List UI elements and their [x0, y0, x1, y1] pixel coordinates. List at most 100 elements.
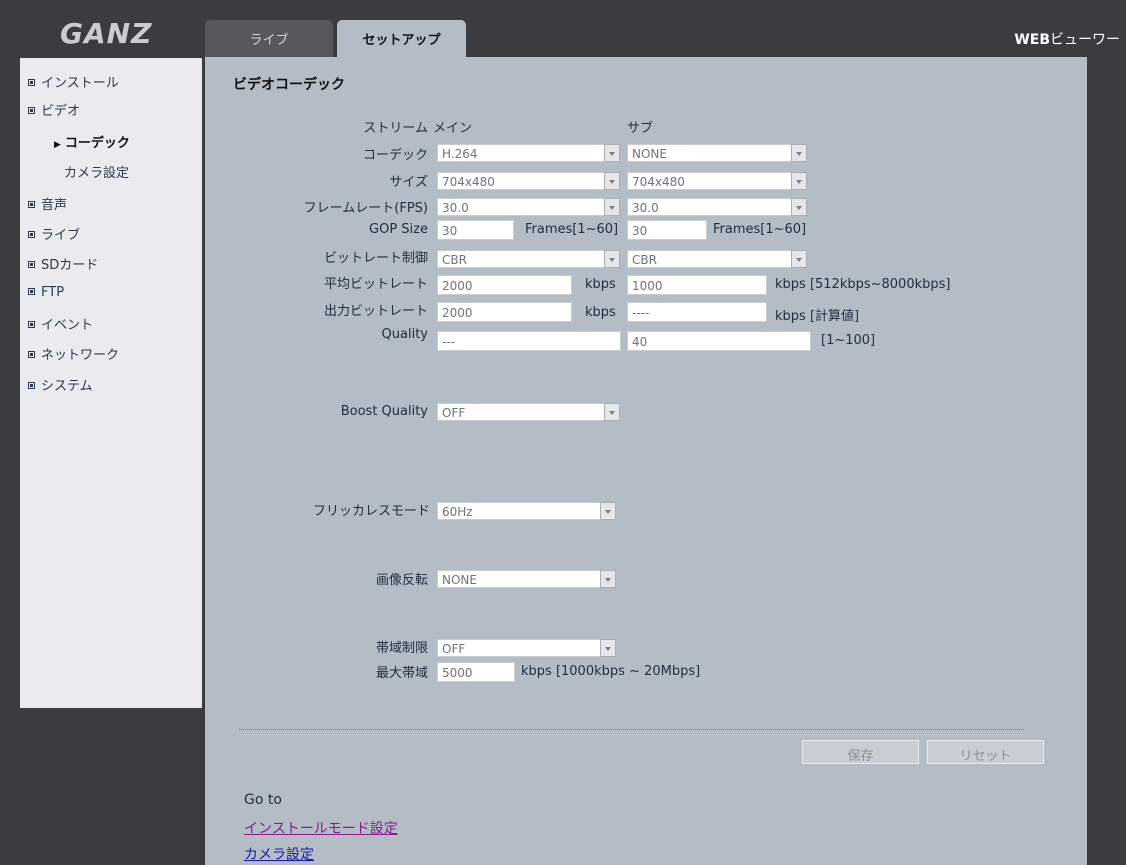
sub-stream-header: サブ — [627, 121, 654, 136]
logo-text: GANZ — [60, 17, 152, 49]
chevron-down-icon[interactable] — [604, 172, 620, 190]
gop-sub-unit: Frames[1~60] — [713, 222, 807, 237]
select-value: 704x480 — [442, 175, 495, 189]
sidebar-subitem-label: コーデック — [64, 136, 130, 151]
chevron-down-icon[interactable] — [791, 144, 807, 162]
link-camera-settings[interactable]: カメラ設定 — [244, 844, 314, 864]
expand-icon — [28, 382, 35, 389]
expand-icon — [28, 79, 35, 86]
chevron-down-icon[interactable] — [604, 198, 620, 216]
gop-sub-input[interactable]: 30 — [627, 220, 707, 240]
link-install-mode[interactable]: インストールモード設定 — [244, 818, 398, 838]
max-bandwidth-input[interactable]: 5000 — [437, 662, 515, 682]
select-value: OFF — [442, 406, 466, 420]
size-main-select[interactable]: 704x480 — [437, 172, 620, 190]
expand-icon — [28, 201, 35, 208]
avg-bitrate-main-unit: kbps — [585, 277, 616, 292]
avg-bitrate-sub-input[interactable]: 1000 — [627, 275, 767, 295]
quality-main-input[interactable]: --- — [437, 331, 621, 351]
sidebar-item-network[interactable]: ネットワーク — [28, 344, 119, 363]
main-stream-header: メイン — [433, 121, 473, 136]
image-flip-select[interactable]: NONE — [437, 570, 616, 588]
select-value: 30.0 — [442, 201, 469, 215]
bitrate-control-main-select[interactable]: CBR — [437, 250, 620, 268]
tab-live[interactable]: ライブ — [205, 20, 333, 57]
chevron-down-icon[interactable] — [600, 639, 616, 657]
sidebar-item-label: ライブ — [41, 228, 81, 243]
size-sub-select[interactable]: 704x480 — [627, 172, 807, 190]
codec-sub-select[interactable]: NONE — [627, 144, 807, 162]
boost-quality-select[interactable]: OFF — [437, 403, 620, 421]
chevron-down-icon[interactable] — [604, 144, 620, 162]
sidebar-item-system[interactable]: システム — [28, 375, 93, 394]
tab-setup[interactable]: セットアップ — [337, 20, 466, 57]
sidebar-item-sdcard[interactable]: SDカード — [28, 254, 98, 273]
output-bitrate-sub-unit: kbps [計算値] — [775, 309, 860, 324]
codec-main-select[interactable]: H.264 — [437, 144, 620, 162]
sidebar-item-video[interactable]: ビデオ — [28, 100, 80, 119]
select-value: H.264 — [442, 147, 478, 161]
ganz-logo: GANZ — [58, 17, 168, 50]
sidebar-item-live[interactable]: ライブ — [28, 224, 80, 243]
chevron-down-icon[interactable] — [600, 502, 616, 520]
sidebar-item-label: SDカード — [41, 258, 99, 273]
chevron-down-icon[interactable] — [604, 403, 620, 421]
sidebar-item-label: 音声 — [41, 198, 68, 213]
select-value: CBR — [442, 253, 467, 267]
app-title-rest: ビューワー — [1050, 32, 1120, 48]
page-title: ビデオコーデック — [233, 77, 345, 93]
output-bitrate-sub-input[interactable]: ---- — [627, 302, 767, 322]
sidebar-item-install[interactable]: インストール — [28, 72, 119, 91]
save-button[interactable]: 保存 — [802, 740, 919, 764]
quality-unit: [1~100] — [821, 333, 876, 348]
select-value: CBR — [632, 253, 657, 267]
app-title: WEBビューワー — [1014, 29, 1120, 49]
stream-label: ストリーム — [363, 121, 428, 136]
image-flip-label: 画像反転 — [375, 573, 428, 588]
output-bitrate-main-input[interactable]: 2000 — [437, 302, 572, 322]
expand-icon — [28, 107, 35, 114]
select-value: 30.0 — [632, 201, 659, 215]
expand-icon — [28, 288, 35, 295]
size-label: サイズ — [389, 175, 428, 190]
bitrate-control-sub-select[interactable]: CBR — [627, 250, 807, 268]
chevron-down-icon[interactable] — [604, 250, 620, 268]
sidebar-item-audio[interactable]: 音声 — [28, 194, 67, 213]
output-bitrate-main-unit: kbps — [585, 305, 616, 320]
sidebar-item-label: ネットワーク — [41, 348, 120, 363]
select-value: NONE — [632, 147, 667, 161]
sidebar-item-ftp[interactable]: FTP — [28, 285, 64, 300]
fps-label: フレームレート(FPS) — [303, 201, 428, 216]
quality-label: Quality — [381, 327, 428, 342]
flickerless-mode-label: フリッカレスモード — [312, 504, 430, 519]
chevron-down-icon[interactable] — [791, 250, 807, 268]
sidebar-item-event[interactable]: イベント — [28, 314, 93, 333]
gop-main-input[interactable]: 30 — [437, 220, 514, 240]
divider — [239, 729, 1024, 730]
fps-sub-select[interactable]: 30.0 — [627, 198, 807, 216]
fps-main-select[interactable]: 30.0 — [437, 198, 620, 216]
gop-label: GOP Size — [369, 222, 428, 237]
arrow-right-icon: ▶ — [54, 140, 61, 150]
output-bitrate-label: 出力ビットレート — [323, 304, 428, 319]
select-value: 60Hz — [442, 505, 473, 519]
chevron-down-icon[interactable] — [600, 570, 616, 588]
sidebar-subitem-codec[interactable]: ▶ コーデック — [54, 132, 130, 151]
goto-label: Go to — [244, 792, 282, 808]
reset-button[interactable]: リセット — [927, 740, 1044, 764]
sidebar-item-label: イベント — [41, 318, 94, 333]
chevron-down-icon[interactable] — [791, 172, 807, 190]
bandwidth-limit-select[interactable]: OFF — [437, 639, 616, 657]
flickerless-mode-select[interactable]: 60Hz — [437, 502, 616, 520]
chevron-down-icon[interactable] — [791, 198, 807, 216]
sidebar-subitem-label: カメラ設定 — [64, 166, 130, 181]
bandwidth-limit-label: 帯域制限 — [375, 641, 428, 656]
sidebar-subitem-camera[interactable]: カメラ設定 — [64, 162, 129, 181]
app-title-bold: WEB — [1014, 32, 1050, 48]
select-value: 704x480 — [632, 175, 685, 189]
avg-bitrate-main-input[interactable]: 2000 — [437, 275, 572, 295]
quality-sub-input[interactable]: 40 — [627, 331, 811, 351]
avg-bitrate-sub-unit: kbps [512kbps~8000kbps] — [775, 277, 951, 292]
sidebar-item-label: システム — [41, 379, 93, 394]
bitrate-control-label: ビットレート制御 — [323, 251, 428, 266]
